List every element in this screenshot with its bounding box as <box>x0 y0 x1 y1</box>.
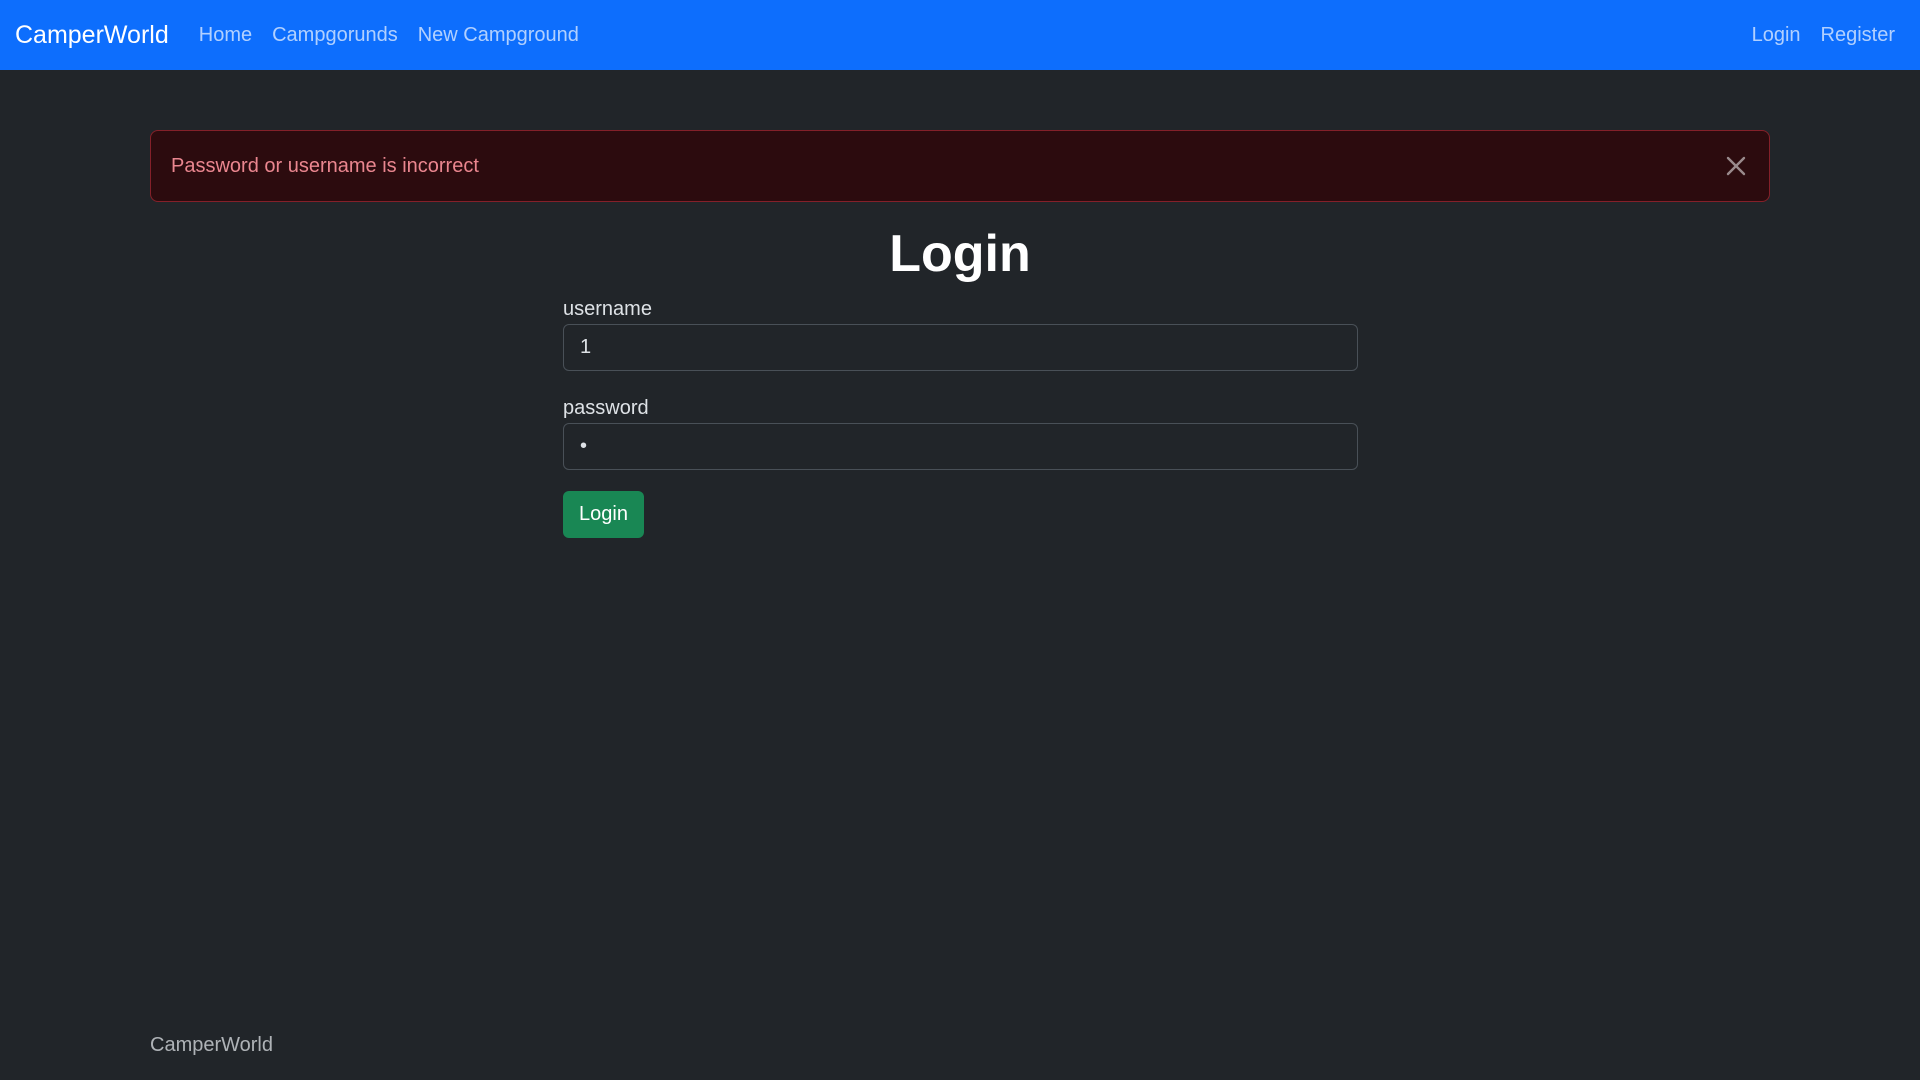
username-group: username <box>563 296 1358 371</box>
close-icon <box>1721 151 1751 181</box>
brand-link[interactable]: CamperWorld <box>15 21 169 50</box>
alert-close-button[interactable] <box>1721 151 1751 181</box>
page-title: Login <box>889 225 1031 283</box>
login-button[interactable]: Login <box>563 491 644 538</box>
nav-link-new-campground[interactable]: New Campground <box>408 24 589 47</box>
password-label: password <box>563 397 649 419</box>
nav-link-home[interactable]: Home <box>189 24 262 47</box>
password-group: password <box>563 395 1358 470</box>
footer-text: CamperWorld <box>150 1034 273 1056</box>
nav-link-login[interactable]: Login <box>1742 24 1811 47</box>
username-label: username <box>563 298 652 320</box>
nav-link-register[interactable]: Register <box>1811 24 1905 47</box>
nav-right: Login Register <box>1742 24 1905 47</box>
login-form: username password Login <box>563 296 1358 538</box>
navbar: CamperWorld Home Campgorunds New Campgro… <box>0 0 1920 70</box>
alert-message: Password or username is incorrect <box>171 154 479 177</box>
password-input[interactable] <box>563 423 1358 470</box>
error-alert: Password or username is incorrect <box>150 130 1770 202</box>
nav-link-campgrounds[interactable]: Campgorunds <box>262 24 408 47</box>
nav-left: CamperWorld Home Campgorunds New Campgro… <box>15 21 589 50</box>
username-input[interactable] <box>563 324 1358 371</box>
